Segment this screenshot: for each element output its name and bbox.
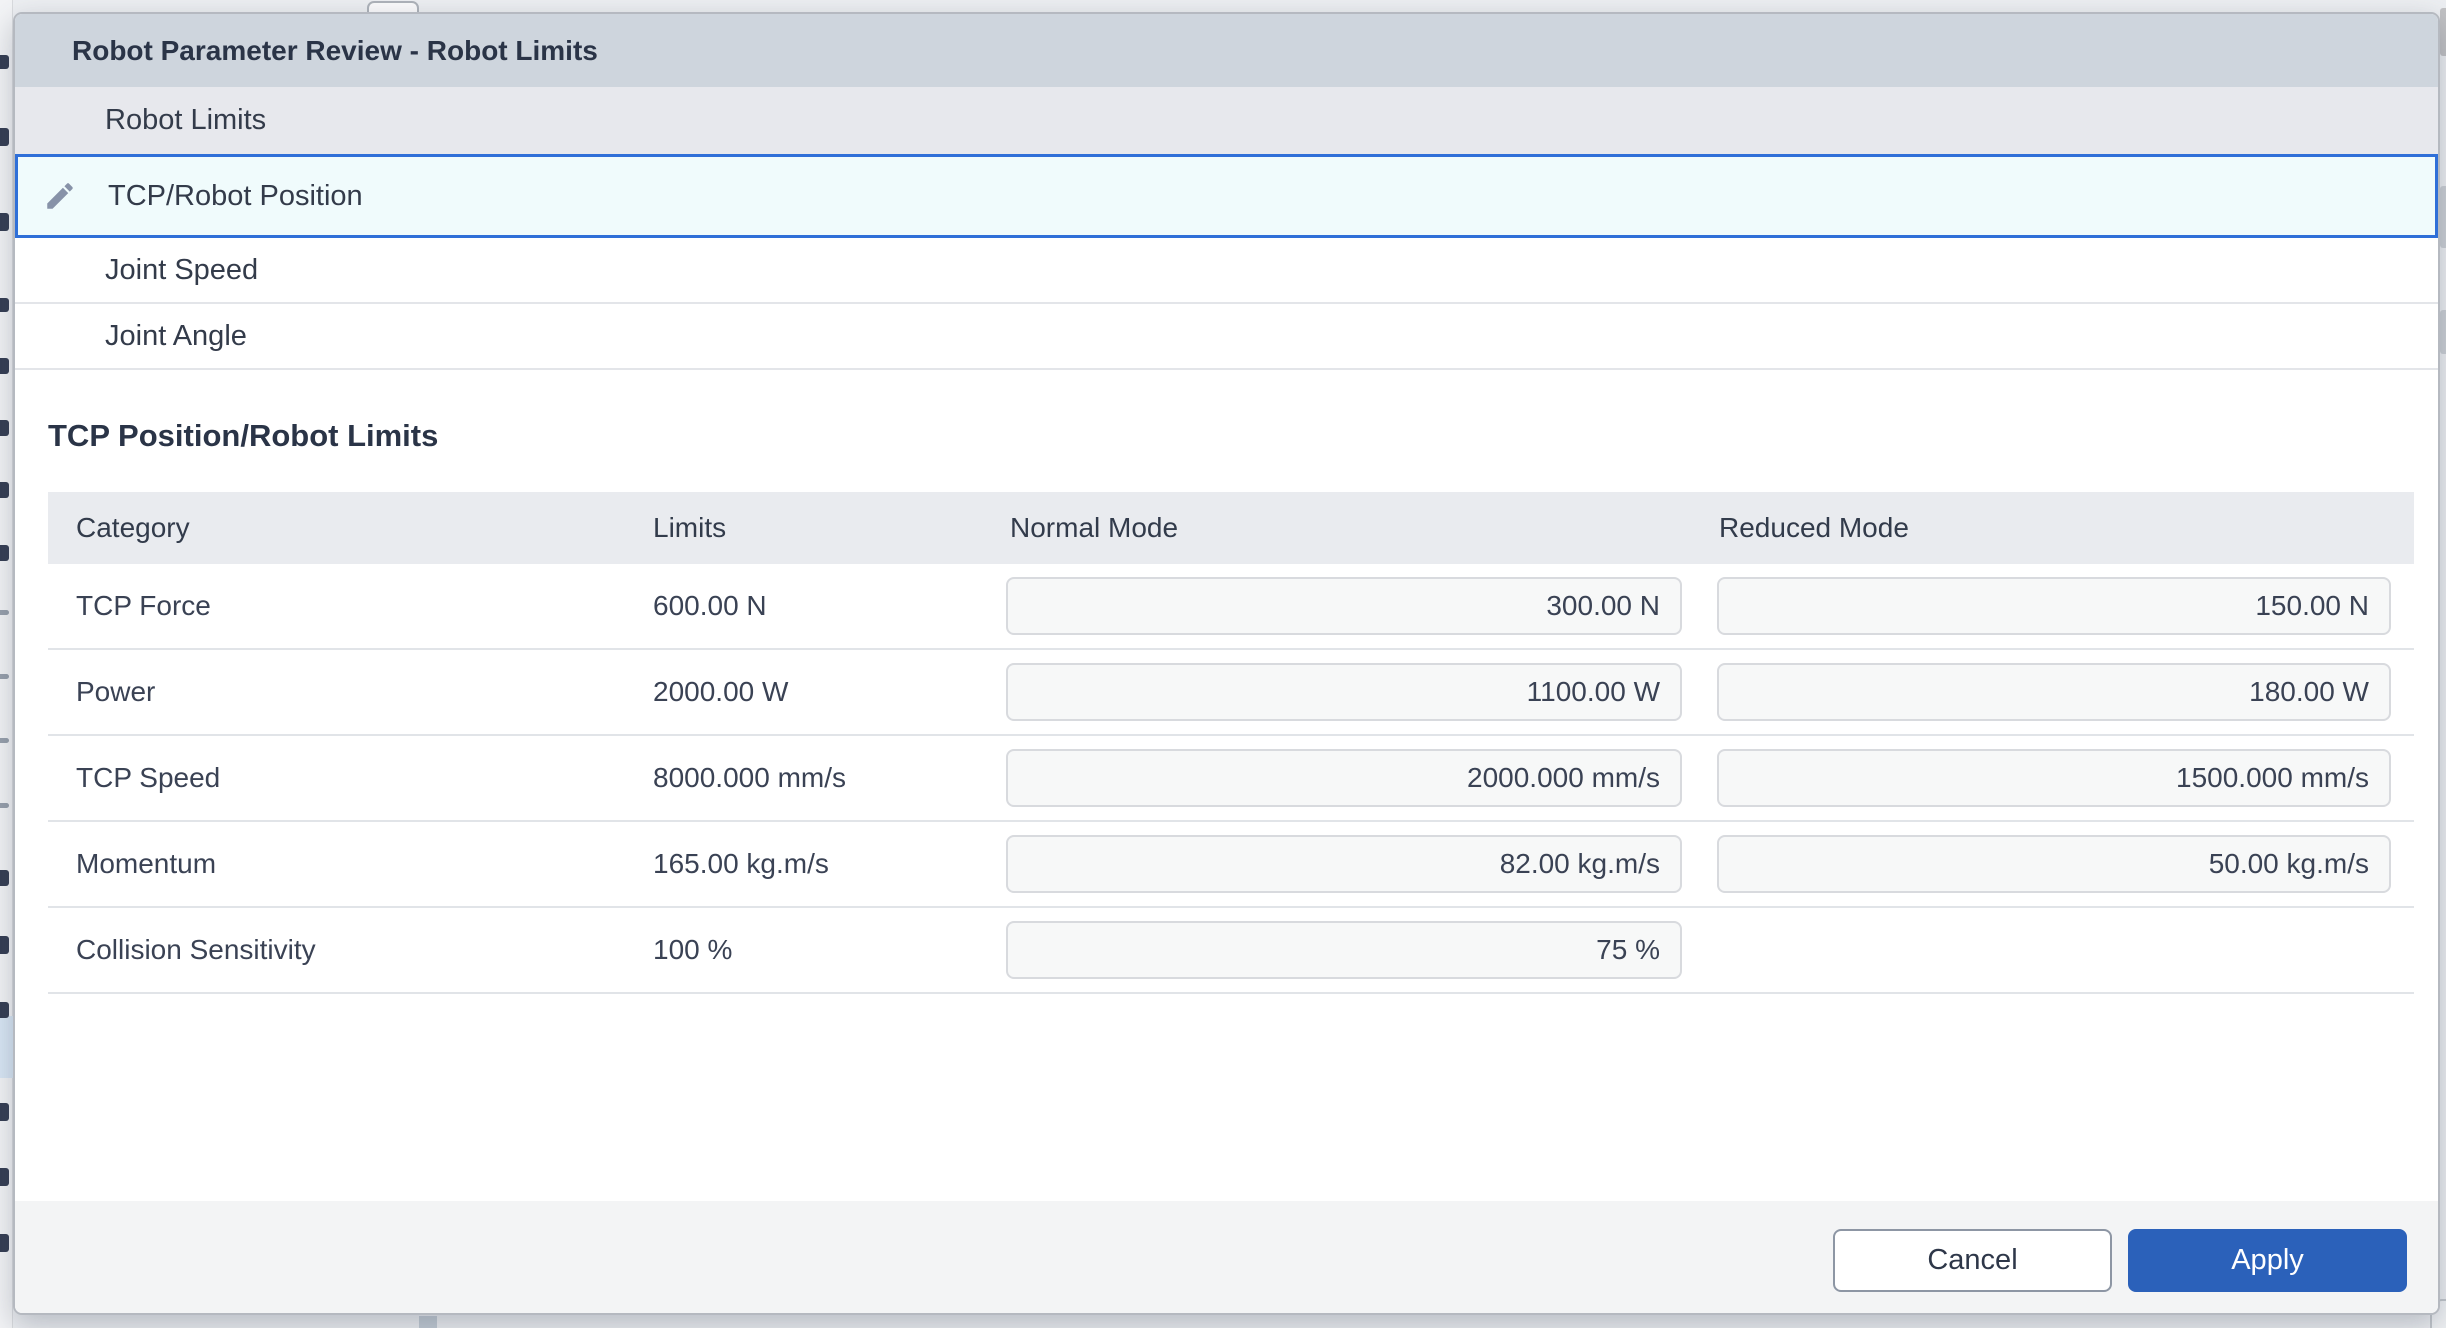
background-scrollbar-fragment	[2440, 310, 2446, 354]
category-cell: TCP Speed	[48, 762, 653, 794]
background-text-fragment	[0, 358, 9, 374]
normal-mode-input[interactable]	[1006, 749, 1682, 807]
dialog-title: Robot Parameter Review - Robot Limits	[72, 35, 598, 67]
background-scrollbar-fragment	[2440, 8, 2446, 56]
table-row-tcp-speed: TCP Speed 8000.000 mm/s	[48, 736, 2414, 822]
nav-group-robot-limits: Robot Limits	[15, 87, 2438, 154]
dialog-titlebar: Robot Parameter Review - Robot Limits	[15, 14, 2438, 87]
background-text-fragment	[0, 1168, 9, 1186]
apply-button[interactable]: Apply	[2128, 1229, 2407, 1292]
background-text-fragment	[0, 545, 9, 561]
column-header-limits: Limits	[653, 512, 1006, 544]
background-text-fragment	[0, 610, 9, 615]
background-text-fragment	[0, 1002, 9, 1018]
limits-nav-list: Robot Limits TCP/Robot Position Joint Sp…	[15, 87, 2438, 370]
limit-cell: 100 %	[653, 934, 1006, 966]
category-cell: TCP Force	[48, 590, 653, 622]
background-window-left-sliver	[0, 0, 13, 1328]
background-text-fragment	[0, 1103, 9, 1121]
background-text-fragment	[0, 1234, 9, 1252]
background-selected-row-fragment	[0, 1016, 13, 1078]
background-text-fragment	[0, 674, 9, 679]
reduced-mode-input[interactable]	[1717, 577, 2391, 635]
pencil-icon	[43, 179, 77, 213]
section-title: TCP Position/Robot Limits	[48, 418, 438, 454]
category-cell: Power	[48, 676, 653, 708]
background-scrollbar-fragment	[2440, 186, 2446, 248]
reduced-mode-input[interactable]	[1717, 663, 2391, 721]
background-text-fragment	[0, 738, 9, 743]
category-cell: Collision Sensitivity	[48, 934, 653, 966]
column-header-normal-mode: Normal Mode	[1006, 512, 1717, 544]
table-row-momentum: Momentum 165.00 kg.m/s	[48, 822, 2414, 908]
table-row-collision-sensitivity: Collision Sensitivity 100 %	[48, 908, 2414, 994]
background-text-fragment	[0, 803, 9, 808]
background-text-fragment	[0, 936, 9, 954]
nav-item-label: TCP/Robot Position	[108, 180, 363, 213]
normal-mode-input[interactable]	[1006, 577, 1682, 635]
reduced-mode-input[interactable]	[1717, 749, 2391, 807]
nav-group-label: Robot Limits	[105, 104, 266, 137]
limit-cell: 600.00 N	[653, 590, 1006, 622]
background-text-fragment	[0, 128, 9, 146]
limit-cell: 165.00 kg.m/s	[653, 848, 1006, 880]
table-row-power: Power 2000.00 W	[48, 650, 2414, 736]
nav-item-label: Joint Speed	[105, 254, 258, 287]
background-text-fragment	[0, 213, 9, 231]
normal-mode-input[interactable]	[1006, 921, 1682, 979]
limit-cell: 8000.000 mm/s	[653, 762, 1006, 794]
robot-parameter-review-dialog: Robot Parameter Review - Robot Limits Ro…	[13, 12, 2440, 1315]
normal-mode-input[interactable]	[1006, 835, 1682, 893]
table-row-tcp-force: TCP Force 600.00 N	[48, 564, 2414, 650]
nav-item-joint-speed[interactable]: Joint Speed	[15, 238, 2438, 304]
normal-mode-input[interactable]	[1006, 663, 1682, 721]
nav-item-joint-angle[interactable]: Joint Angle	[15, 304, 2438, 370]
limit-cell: 2000.00 W	[653, 676, 1006, 708]
category-cell: Momentum	[48, 848, 653, 880]
limits-table: Category Limits Normal Mode Reduced Mode…	[48, 492, 2414, 994]
reduced-mode-input[interactable]	[1717, 835, 2391, 893]
cancel-button[interactable]: Cancel	[1833, 1229, 2112, 1292]
dialog-footer: Cancel Apply	[15, 1201, 2438, 1313]
nav-item-label: Joint Angle	[105, 320, 247, 353]
background-text-fragment	[0, 482, 9, 498]
background-text-fragment	[0, 298, 9, 312]
column-header-category: Category	[48, 512, 653, 544]
background-text-fragment	[0, 55, 9, 69]
nav-item-tcp-robot-position[interactable]: TCP/Robot Position	[15, 154, 2438, 238]
table-header-row: Category Limits Normal Mode Reduced Mode	[48, 492, 2414, 564]
background-text-fragment	[0, 870, 9, 886]
column-header-reduced-mode: Reduced Mode	[1717, 512, 2414, 544]
background-scrollbar-piece	[419, 1316, 437, 1328]
background-text-fragment	[0, 420, 9, 436]
